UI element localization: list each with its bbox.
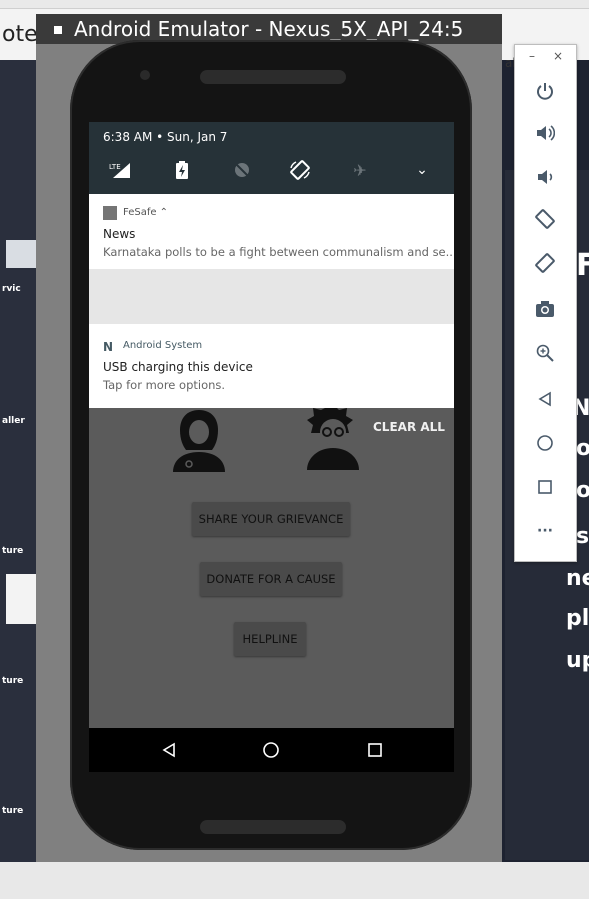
background-letter: pl — [566, 606, 589, 631]
home-icon[interactable] — [257, 738, 285, 762]
phone-screen: SHARE YOUR GRIEVANCE DONATE FOR A CAUSE … — [89, 122, 454, 772]
background-letter: up — [566, 648, 589, 673]
background-card — [6, 574, 36, 624]
volume-down-icon[interactable] — [530, 163, 560, 191]
notification-app-name: Android System — [123, 340, 203, 351]
close-button[interactable]: × — [553, 49, 563, 63]
quick-settings-header: 6:38 AM • Sun, Jan 7 LTE ✈ ⌄ — [89, 122, 454, 194]
background-label: rvic — [2, 284, 21, 294]
background-letter: s — [576, 524, 589, 549]
background-letter: o — [576, 478, 589, 503]
battery-charging-icon[interactable] — [169, 158, 195, 182]
front-camera — [140, 70, 150, 80]
notification-text: Tap for more options. — [103, 378, 226, 392]
android-n-icon: N — [103, 340, 114, 354]
share-grievance-button[interactable]: SHARE YOUR GRIEVANCE — [192, 502, 350, 536]
background-label: ture — [2, 676, 24, 686]
background-text-fragment: ote — [2, 22, 38, 47]
fesafe-app-icon — [103, 206, 117, 220]
expand-chevron-icon[interactable]: ⌄ — [409, 158, 435, 182]
woman-glasses-icon — [301, 402, 365, 472]
rotate-right-icon[interactable] — [530, 249, 560, 277]
back-icon[interactable] — [155, 738, 183, 762]
do-not-disturb-icon[interactable] — [229, 158, 255, 182]
lte-signal-icon[interactable]: LTE — [107, 158, 133, 182]
notification-divider — [89, 269, 454, 324]
notification-app-name: FeSafe ⌃ — [123, 207, 169, 218]
notification-title: USB charging this device — [103, 360, 253, 374]
zoom-icon[interactable] — [530, 339, 560, 367]
camera-icon[interactable] — [530, 295, 560, 323]
status-time-date: 6:38 AM • Sun, Jan 7 — [103, 130, 228, 144]
notification-text: Karnataka polls to be a fight between co… — [103, 245, 453, 259]
minimize-button[interactable]: – — [529, 49, 535, 63]
background-left-panel — [0, 60, 40, 899]
doctor-woman-icon — [167, 406, 231, 474]
navigation-bar — [89, 728, 454, 772]
background-label: aller — [2, 416, 25, 426]
window-menu-icon[interactable] — [54, 25, 62, 34]
recents-icon[interactable] — [361, 738, 389, 762]
auto-rotate-icon[interactable] — [287, 158, 313, 182]
svg-text:LTE: LTE — [109, 163, 121, 171]
bottom-speaker — [200, 820, 346, 834]
background-letter: ne — [566, 566, 589, 591]
background-card — [6, 240, 36, 268]
browser-tabstrip — [0, 0, 589, 9]
volume-up-icon[interactable] — [530, 119, 560, 147]
background-letter: F — [576, 248, 589, 283]
browser-background-bottom — [0, 862, 589, 899]
clear-all-button[interactable]: CLEAR ALL — [373, 420, 445, 434]
donate-button[interactable]: DONATE FOR A CAUSE — [200, 562, 342, 596]
helpline-button[interactable]: HELPLINE — [234, 622, 306, 656]
emulator-title: Android Emulator - Nexus_5X_API_24:5 — [74, 17, 464, 41]
earpiece-speaker — [200, 70, 346, 84]
home-icon[interactable] — [530, 429, 560, 457]
back-icon[interactable] — [530, 385, 560, 413]
background-letter: o — [576, 436, 589, 461]
emulator-toolbar: – × ··· — [514, 44, 577, 562]
background-label: ture — [2, 546, 24, 556]
airplane-mode-icon[interactable]: ✈ — [347, 158, 373, 182]
background-label: ture — [2, 806, 24, 816]
power-icon[interactable] — [530, 77, 560, 105]
overview-icon[interactable] — [530, 473, 560, 501]
more-icon[interactable]: ··· — [530, 517, 560, 545]
notification-title: News — [103, 227, 136, 241]
rotate-left-icon[interactable] — [530, 205, 560, 233]
